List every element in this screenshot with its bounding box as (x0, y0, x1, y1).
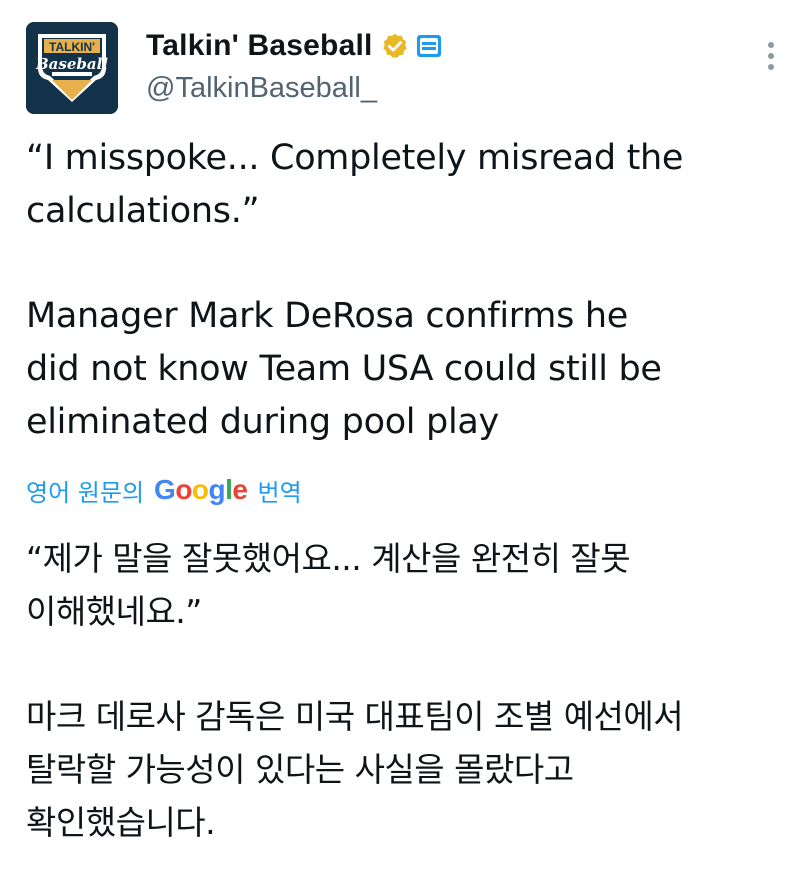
display-name[interactable]: Talkin' Baseball (146, 29, 373, 63)
tweet-text: “I misspoke... Completely misread the ca… (26, 132, 786, 449)
translated-paragraph-quote: “제가 말을 잘못했어요... 계산을 완전히 잘못 이해했네요.” (26, 539, 631, 631)
account-handle[interactable]: @TalkinBaseball_ (146, 72, 441, 105)
translate-attribution[interactable]: 영어 원문의 Google 번역 (26, 470, 302, 510)
translated-text: “제가 말을 잘못했어요... 계산을 완전히 잘못 이해했네요.” 마크 데로… (26, 532, 796, 849)
google-logo: Google (154, 474, 248, 505)
translated-paragraph-body: 마크 데로사 감독은 미국 대표팀이 조별 예선에서 탈락할 가능성이 있다는 … (26, 697, 684, 842)
account-identity: Talkin' Baseball @TalkinBaseball_ (146, 26, 441, 105)
tweet-header: TALKIN' Baseball Talkin' Baseball @Talki… (26, 22, 786, 114)
talkin-baseball-logo: TALKIN' Baseball (26, 22, 118, 114)
translate-label: 영어 원문의 (26, 478, 145, 507)
name-row: Talkin' Baseball (146, 26, 441, 66)
tweet-paragraph-quote: “I misspoke... Completely misread the ca… (26, 138, 684, 231)
translate-suffix: 번역 (257, 478, 302, 507)
tweet-paragraph-body: Manager Mark DeRosa confirms he did not … (26, 296, 662, 442)
avatar[interactable]: TALKIN' Baseball (26, 22, 118, 114)
affiliate-badge-icon[interactable] (416, 35, 441, 57)
avatar-subtitle-text: Baseball (35, 55, 108, 73)
verified-badge-icon[interactable] (381, 32, 409, 60)
avatar-title-text: TALKIN' (49, 40, 95, 54)
more-vertical-icon[interactable] (766, 42, 776, 82)
